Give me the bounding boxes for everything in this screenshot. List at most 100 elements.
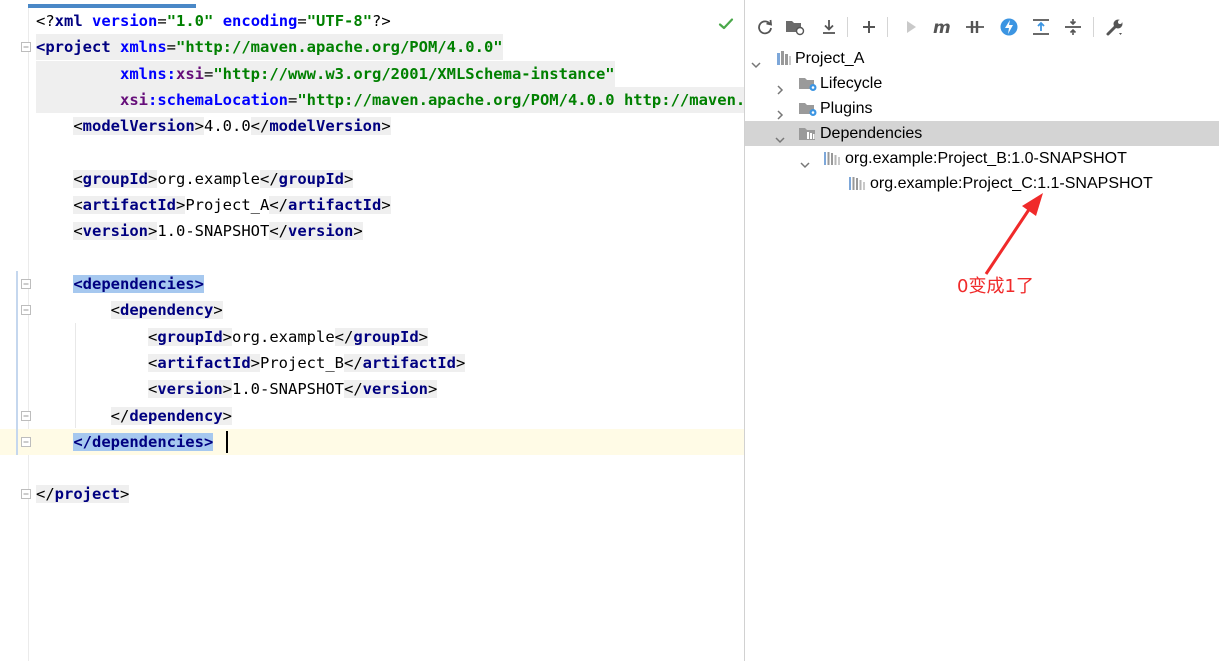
download-icon[interactable] [817,15,841,39]
reload-icon[interactable] [753,15,777,39]
code-line[interactable]: <artifactId>Project_A</artifactId> [0,192,744,218]
code-token: < [73,117,83,136]
code-token: <? [36,12,55,30]
code-line[interactable]: </dependencies> [0,428,744,455]
library-icon [848,175,866,192]
code-token: > [213,301,223,320]
code-token: < [73,222,83,241]
code-line[interactable]: </dependency> [0,403,744,429]
code-token: > [344,169,354,188]
run-icon[interactable] [899,15,923,39]
chevron-down-icon[interactable] [751,53,761,69]
code-line[interactable]: <modelVersion>4.0.0</modelVersion> [0,113,744,139]
code-line[interactable]: </project> [0,481,744,507]
code-token: version [288,222,354,241]
code-token: > [456,353,466,372]
expand-all-icon[interactable] [1029,15,1053,39]
code-token: </ [343,380,363,399]
fold-marker-icon[interactable] [21,489,31,500]
generate-sources-icon[interactable] [783,15,807,39]
code-token: 4.0.0 [204,117,251,136]
tree-node-project-c[interactable]: org.example:Project_C:1.1-SNAPSHOT [745,171,1219,196]
code-line[interactable] [0,140,744,166]
code-token: Project_A [185,196,270,215]
chevron-down-icon[interactable] [800,153,810,169]
pom-xml-editor[interactable]: <?xml version="1.0" encoding="UTF-8"?> <p… [0,0,744,661]
tree-label-project-a: Project_A [795,50,865,67]
dependencies-folder-icon [798,125,816,142]
toolbar-separator [847,17,848,37]
code-line[interactable]: xsi:schemaLocation="http://maven.apache.… [0,86,744,113]
code-line[interactable] [0,455,744,481]
code-token: <dependencies> [73,275,204,293]
code-token: groupId [278,169,344,188]
code-line[interactable]: <dependencies> [0,271,744,297]
code-token: < [73,169,83,188]
fold-marker-icon[interactable] [21,410,31,421]
offline-icon[interactable] [997,15,1021,39]
code-token: = [297,12,307,30]
code-line-text: <dependency> [36,297,223,323]
code-token: xmlns [120,38,167,57]
maven-goal-icon[interactable]: m [931,15,955,39]
fold-marker-icon[interactable] [21,305,31,316]
code-token: </dependencies> [73,432,214,451]
toolbar-separator [1093,17,1094,37]
code-token: < [147,380,158,399]
tree-node-plugins[interactable]: Plugins [745,96,1219,121]
code-line[interactable]: <artifactId>Project_B</artifactId> [0,350,744,376]
code-line[interactable]: <dependency> [0,297,744,323]
code-line-text: <groupId>org.example</groupId> [36,166,354,192]
code-token: < [147,327,158,346]
code-token: encoding [222,12,298,30]
code-line[interactable]: <groupId>org.example</groupId> [0,324,744,350]
fold-marker-icon[interactable] [21,436,31,447]
fold-marker-icon[interactable] [21,279,31,289]
code-line[interactable]: <?xml version="1.0" encoding="UTF-8"?> [0,8,744,34]
skip-tests-icon[interactable] [963,15,987,39]
fold-marker-icon[interactable] [21,42,31,53]
tree-label-dependencies: Dependencies [820,125,923,142]
code-line-text: xsi:schemaLocation="http://maven.apache.… [36,86,744,113]
chevron-right-icon[interactable] [775,78,785,95]
code-token: > [381,196,391,215]
code-token: </ [269,222,288,241]
code-token: version [92,12,158,30]
collapse-all-icon[interactable] [1061,15,1085,39]
code-token: artifactId [288,196,382,215]
add-icon[interactable] [857,15,881,39]
settings-wrench-icon[interactable] [1103,15,1127,39]
code-token: </ [110,406,130,425]
code-line-text: <?xml version="1.0" encoding="UTF-8"?> [36,8,391,34]
tree-node-dependencies[interactable]: Dependencies [745,121,1219,146]
tree-node-lifecycle[interactable]: Lifecycle [745,71,1219,96]
code-line[interactable] [0,245,744,271]
code-token: < [73,196,83,215]
tree-label-project-b: org.example:Project_B:1.0-SNAPSHOT [845,150,1127,167]
code-token: project [54,485,120,504]
code-line[interactable]: <version>1.0-SNAPSHOT</version> [0,376,744,402]
code-token: > [148,169,158,188]
chevron-down-icon[interactable] [775,128,785,144]
inspection-ok-check-icon[interactable] [718,16,734,32]
code-line[interactable]: <version>1.0-SNAPSHOT</version> [0,218,744,244]
code-line[interactable]: <project xmlns="http://maven.apache.org/… [0,34,744,61]
tree-node-project-a[interactable]: Project_A [745,46,1219,71]
code-token: <project [36,38,120,57]
tree-node-project-b[interactable]: org.example:Project_B:1.0-SNAPSHOT [745,146,1219,171]
chevron-right-icon[interactable] [775,103,785,120]
code-line[interactable]: xmlns:xsi="http://www.w3.org/2001/XMLSch… [0,60,744,87]
maven-toolbar: m [745,12,1219,42]
code-token: > [250,353,260,372]
code-token: > [381,117,391,136]
code-area[interactable]: <?xml version="1.0" encoding="UTF-8"?> <p… [0,8,744,661]
code-token: > [222,380,232,399]
tree-label-project-c: org.example:Project_C:1.1-SNAPSHOT [870,175,1153,192]
code-line[interactable]: <groupId>org.example</groupId> [0,166,744,192]
svg-text:m: m [933,18,951,36]
